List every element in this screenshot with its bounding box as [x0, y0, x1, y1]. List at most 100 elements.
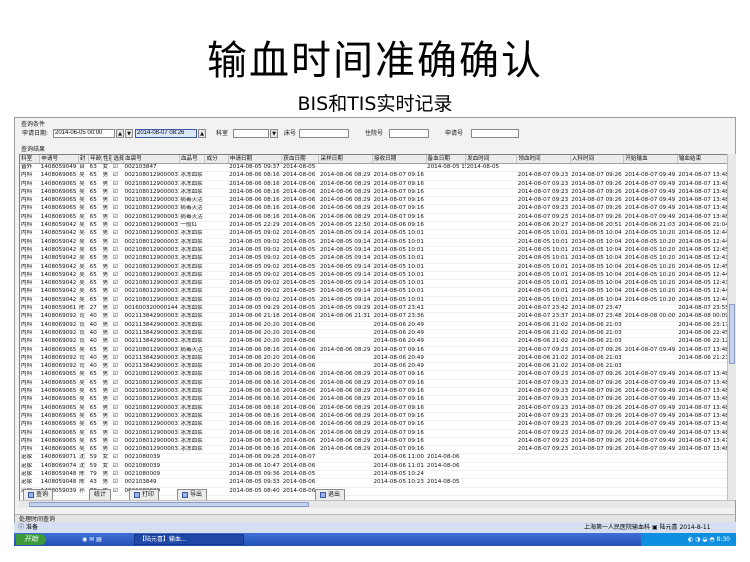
- row-checkbox[interactable]: ☑: [111, 337, 124, 347]
- table-row[interactable]: 泌尿 1408059048 陈 79 男 ☑ 0021080009 2014-08-05 09…: [20, 470, 728, 480]
- column-header[interactable]: 成分: [204, 155, 229, 164]
- horizontal-scroll-thumb[interactable]: [29, 502, 309, 507]
- horizontal-scrollbar[interactable]: [19, 500, 735, 508]
- table-row[interactable]: 内科 1408069092 司 40 男 ☑ 00211384290000314 冰冻血浆 20…: [20, 321, 728, 330]
- row-checkbox[interactable]: ☑: [111, 462, 124, 472]
- row-checkbox[interactable]: ☑: [111, 329, 124, 339]
- row-checkbox[interactable]: ☑: [111, 246, 124, 256]
- tray-icons[interactable]: ◐ ◑ ◒ ◓: [688, 536, 717, 543]
- vertical-scrollbar[interactable]: [727, 154, 736, 500]
- taskbar-item-app[interactable]: 【陆元喜】输血...: [134, 534, 244, 545]
- table-row[interactable]: 内科 1408069092 司 40 男 ☑ 00211384290000314 冰冻血浆 20…: [20, 354, 728, 364]
- table-row[interactable]: 内科 1408069065 吴 65 男 ☑ 00210801290000314 冰冻血浆 20…: [20, 370, 728, 380]
- table-row[interactable]: 内科 1408069065 吴 65 男 ☑ 00210801290000314 病毒灭活 20…: [20, 204, 728, 214]
- row-checkbox[interactable]: ☑: [111, 346, 124, 355]
- column-header[interactable]: 申请日期: [228, 155, 283, 164]
- table-row[interactable]: 泌尿 1408059048 陈 43 男 ☑ 002103849 2014-08-05 09:…: [20, 478, 728, 488]
- row-checkbox[interactable]: ☑: [111, 387, 124, 397]
- row-checkbox[interactable]: ☑: [111, 254, 124, 264]
- row-checkbox[interactable]: ☑: [111, 287, 124, 297]
- row-checkbox[interactable]: ☑: [111, 188, 124, 198]
- table-row[interactable]: 内科 1408069065 吴 65 男 ☑ 00210801290000314 病毒灭活 20…: [20, 213, 728, 223]
- column-header[interactable]: 年龄: [88, 155, 102, 164]
- column-header[interactable]: 获血日期: [281, 155, 320, 164]
- row-checkbox[interactable]: ☑: [111, 221, 124, 231]
- table-row[interactable]: 内科 1408069065 吴 65 男 ☑ 00210801290000314 冰冻血浆 20…: [20, 437, 728, 447]
- row-checkbox[interactable]: ☑: [111, 404, 124, 413]
- row-checkbox[interactable]: ☑: [111, 279, 124, 289]
- row-checkbox[interactable]: ☑: [111, 163, 124, 173]
- row-checkbox[interactable]: ☑: [111, 271, 124, 281]
- row-checkbox[interactable]: ☑: [111, 453, 124, 463]
- column-header[interactable]: 接收日期: [372, 155, 427, 164]
- row-checkbox[interactable]: ☑: [111, 213, 124, 223]
- row-checkbox[interactable]: ☑: [111, 487, 124, 496]
- dept-dropdown-icon[interactable]: ▼: [270, 129, 278, 138]
- row-checkbox[interactable]: ☑: [111, 429, 124, 438]
- table-row[interactable]: 内科 1408069092 司 40 男 ☑ 00211384290000314 冰冻血浆 20…: [20, 337, 728, 347]
- start-button[interactable]: 开始: [16, 534, 46, 545]
- column-header[interactable]: 输血结束: [677, 155, 728, 164]
- table-row[interactable]: 内科 1408069065 吴 65 男 ☑ 00210801290000314 冰冻血浆 20…: [20, 180, 728, 189]
- table-row[interactable]: 内科 1408069065 吴 65 男 ☑ 00210801290000314 冰冻血浆 20…: [20, 395, 728, 405]
- column-header[interactable]: 采样日期: [318, 155, 373, 164]
- table-row[interactable]: 内科 1408069065 吴 65 男 ☑ 00210801290000314 冰冻血浆 20…: [20, 171, 728, 181]
- table-row[interactable]: 内科 1408069065 吴 65 男 ☑ 00210801290000314 病毒灭活 20…: [20, 346, 728, 355]
- row-checkbox[interactable]: ☑: [111, 171, 124, 181]
- date-from-spin-down[interactable]: ▼: [125, 129, 133, 138]
- column-header[interactable]: 科室: [20, 155, 41, 164]
- table-row[interactable]: 内科 1408069065 吴 65 男 ☑ 00210801290000314 冰冻血浆 20…: [20, 387, 728, 397]
- bed-input[interactable]: [299, 129, 349, 138]
- row-checkbox[interactable]: ☑: [111, 395, 124, 405]
- row-checkbox[interactable]: ☑: [111, 321, 124, 330]
- row-checkbox[interactable]: ☑: [111, 478, 124, 488]
- row-checkbox[interactable]: ☑: [111, 370, 124, 380]
- row-checkbox[interactable]: ☑: [111, 420, 124, 430]
- row-checkbox[interactable]: ☑: [111, 204, 124, 214]
- row-checkbox[interactable]: ☑: [111, 238, 124, 247]
- table-row[interactable]: 内科 1408059042 吴 65 男 ☑ 00210801290000314 冰冻血浆 20…: [20, 279, 728, 289]
- row-checkbox[interactable]: ☑: [111, 412, 124, 422]
- row-checkbox[interactable]: ☑: [111, 362, 124, 372]
- column-header[interactable]: 备血日期: [426, 155, 467, 164]
- row-checkbox[interactable]: ☑: [111, 196, 124, 206]
- row-checkbox[interactable]: ☑: [111, 445, 124, 455]
- table-row[interactable]: 内科 1408069065 吴 65 男 ☑ 00210801290000314 冰冻血浆 20…: [20, 412, 728, 422]
- table-row[interactable]: 内科 1408069065 吴 65 男 ☑ 00210801290000314 冰冻血浆 20…: [20, 379, 728, 389]
- table-row[interactable]: 内科 1408069065 吴 65 男 ☑ 00210801290000314 冰冻血浆 20…: [20, 445, 728, 455]
- table-row[interactable]: 内科 1408069065 吴 65 男 ☑ 00210801290000314 病毒灭活 20…: [20, 196, 728, 206]
- table-row[interactable]: 泌尿1408059039孙78男☑00210800392014-08-05 08…: [20, 487, 728, 496]
- table-row[interactable]: 内科 1408059042 吴 65 男 ☑ 00210801290000314 冰冻血浆 20…: [20, 246, 728, 256]
- table-row[interactable]: 内科 1408069065 吴 65 男 ☑ 00210801290000314 冰冻血浆 20…: [20, 188, 728, 198]
- table-row[interactable]: 内科 1408069065 吴 65 男 ☑ 00210801290000314 冰冻血浆 20…: [20, 429, 728, 438]
- table-row[interactable]: 内科 1408069092 司 40 男 ☑ 00211384290000314 冰冻血浆 20…: [20, 362, 728, 372]
- row-checkbox[interactable]: ☑: [111, 379, 124, 389]
- column-header[interactable]: 发血时间: [465, 155, 518, 164]
- table-row[interactable]: 泌尿 1408069074 沈 59 女 ☑ 0021080039 2014-08-06 10…: [20, 462, 728, 472]
- table-row[interactable]: 内科 1408069065 吴 65 男 ☑ 00210801290000314 冰冻血浆 20…: [20, 404, 728, 413]
- date-from-spin[interactable]: ▲: [116, 129, 124, 138]
- table-row[interactable]: 内科 1408069092 司 40 男 ☑ 00211384290000314 冰冻血浆 20…: [20, 329, 728, 339]
- table-row[interactable]: 内科 1408069092 司 40 男 ☑ 00211384290000314 冰冻血浆 20…: [20, 312, 728, 322]
- row-checkbox[interactable]: ☑: [111, 180, 124, 189]
- column-header[interactable]: 领血时间: [516, 155, 571, 164]
- dept-select[interactable]: [233, 129, 269, 138]
- table-row[interactable]: 普外 1408059049 台 63 女 ☑ 002103847 2014-08-05 09:…: [20, 163, 728, 173]
- column-header[interactable]: 申请号: [39, 155, 79, 164]
- apply-no-input[interactable]: [471, 129, 519, 138]
- table-row[interactable]: 内科 1408069065 吴 65 男 ☑ 00210801290000314 冰冻血浆 20…: [20, 420, 728, 430]
- table-row[interactable]: 内科 1408059042 吴 65 男 ☑ 00210801290000314 冰冻血浆 20…: [20, 238, 728, 247]
- table-row[interactable]: 内科 1408059042 吴 65 男 ☑ 00210801290000314 冰冻血浆 20…: [20, 271, 728, 281]
- row-checkbox[interactable]: ☑: [111, 354, 124, 364]
- table-row[interactable]: 内科 1408059061 陈 27 男 ☑ 001600320000144 冰冻血浆 2014…: [20, 304, 728, 314]
- inpatient-input[interactable]: [389, 129, 429, 138]
- vertical-scroll-thumb[interactable]: [729, 304, 735, 364]
- table-row[interactable]: 内科 1408059042 吴 65 男 ☑ 00210801290000314 一般红 201…: [20, 221, 728, 231]
- column-header[interactable]: 血品号: [179, 155, 206, 164]
- table-row[interactable]: 内科 1408059042 吴 65 男 ☑ 00210801290000314 冰冻血浆 20…: [20, 287, 728, 297]
- column-header[interactable]: 封: [78, 155, 90, 164]
- quicklaunch-icons[interactable]: ◉ ✉ ▤: [82, 533, 102, 546]
- column-header[interactable]: 选择: [111, 155, 125, 164]
- date-to-spin[interactable]: ▲: [198, 129, 206, 138]
- date-from-input[interactable]: [53, 129, 115, 138]
